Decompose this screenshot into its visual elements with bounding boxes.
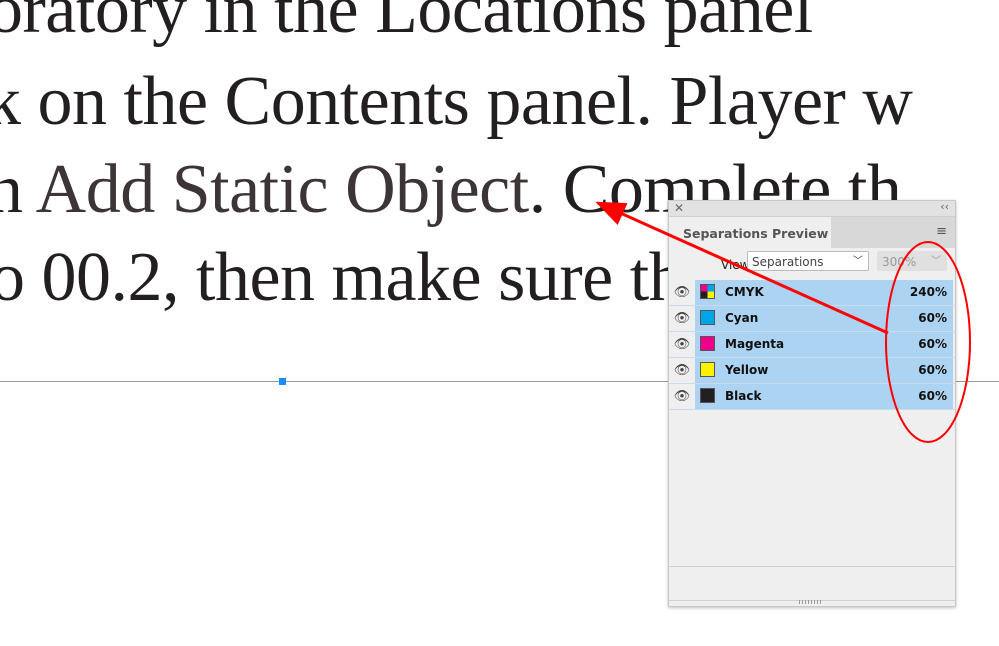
- text: n: [0, 151, 23, 228]
- separation-row-cyan[interactable]: 👁 Cyan 60%: [669, 306, 955, 332]
- view-select-value: Separations: [752, 255, 824, 269]
- row-body[interactable]: CMYK 240%: [695, 280, 953, 305]
- separations-preview-panel: ✕ ‹‹ Separations Preview ≡ View: Separat…: [668, 200, 956, 607]
- resize-grip[interactable]: [799, 600, 823, 604]
- separation-name: CMYK: [725, 285, 764, 299]
- color-swatch: [700, 362, 715, 377]
- eye-icon[interactable]: 👁: [669, 358, 695, 383]
- separation-row-cmyk[interactable]: 👁 CMYK 240%: [669, 280, 955, 306]
- separation-name: Black: [725, 389, 762, 403]
- separation-row-magenta[interactable]: 👁 Magenta 60%: [669, 332, 955, 358]
- document-text-line: k on the Contents panel. Player w: [0, 63, 913, 140]
- separation-name: Cyan: [725, 311, 759, 325]
- eye-icon[interactable]: 👁: [669, 332, 695, 357]
- cmyk-swatch: [700, 284, 715, 299]
- panel-titlebar[interactable]: ✕ ‹‹: [669, 200, 955, 217]
- zoom-select[interactable]: 300% ﹀: [877, 251, 947, 271]
- separation-row-black[interactable]: 👁 Black 60%: [669, 384, 955, 410]
- separation-name: Magenta: [725, 337, 785, 351]
- separation-percent: 60%: [918, 337, 947, 351]
- separation-row-yellow[interactable]: 👁 Yellow 60%: [669, 358, 955, 384]
- collapse-icon[interactable]: ‹‹: [940, 200, 949, 213]
- color-swatch: [700, 310, 715, 325]
- chevron-down-icon: ﹀: [853, 256, 863, 267]
- row-body[interactable]: Magenta 60%: [695, 332, 953, 357]
- separation-percent: 60%: [918, 363, 947, 377]
- panel-menu-icon[interactable]: ≡: [936, 225, 947, 238]
- view-select[interactable]: Separations ﹀: [747, 251, 869, 271]
- chevron-down-icon: ﹀: [931, 256, 941, 267]
- separation-name: Yellow: [725, 363, 769, 377]
- eye-icon[interactable]: 👁: [669, 280, 695, 305]
- highlighted-text: Add Static Object: [35, 151, 530, 228]
- separation-percent: 240%: [909, 285, 947, 299]
- row-body[interactable]: Yellow 60%: [695, 358, 953, 383]
- color-swatch: [700, 336, 715, 351]
- panel-footer: [669, 566, 955, 601]
- row-body[interactable]: Black 60%: [695, 384, 953, 409]
- separation-percent: 60%: [918, 311, 947, 325]
- zoom-select-value: 300%: [882, 255, 917, 269]
- color-swatch: [700, 388, 715, 403]
- selection-handle[interactable]: [279, 378, 286, 385]
- eye-icon[interactable]: 👁: [669, 384, 695, 409]
- eye-icon[interactable]: 👁: [669, 306, 695, 331]
- tab-separations-preview[interactable]: Separations Preview: [669, 217, 831, 248]
- separation-percent: 60%: [918, 389, 947, 403]
- close-icon[interactable]: ✕: [674, 201, 684, 215]
- row-body[interactable]: Cyan 60%: [695, 306, 953, 331]
- document-text-line: oratory in the Locations panel: [0, 0, 813, 48]
